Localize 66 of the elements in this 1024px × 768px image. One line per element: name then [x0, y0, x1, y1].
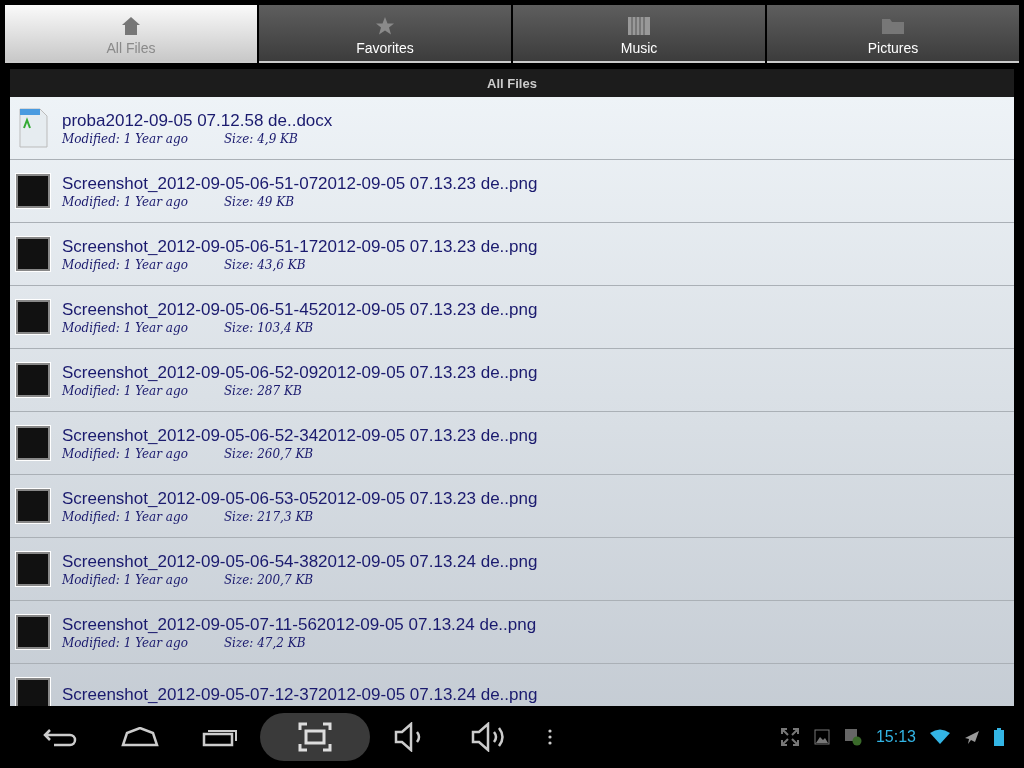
image-thumbnail — [16, 237, 50, 271]
menu-icon — [548, 729, 552, 745]
modified-text: Modified: 1 Year ago — [62, 446, 188, 461]
size-text: Size: 49 KB — [223, 194, 295, 209]
file-name: Screenshot_2012-09-05-06-52-342012-09-05 07.13.23 de..png — [62, 425, 538, 446]
size-text: Size: 217,3 KB — [223, 509, 314, 524]
file-row[interactable]: Screenshot_2012-09-05-06-54-382012-09-05 07.13.24 de..png Modified: 1 Year ago Size: 200,7 KB — [10, 538, 1014, 601]
screenshot-button[interactable] — [260, 713, 370, 761]
modified-text: Modified: 1 Year ago — [62, 572, 188, 587]
file-row[interactable]: Screenshot_2012-09-05-06-51-172012-09-05 07.13.23 de..png Modified: 1 Year ago Size: 43,6 KB — [10, 223, 1014, 286]
file-row[interactable]: Screenshot_2012-09-05-06-53-052012-09-05 07.13.23 de..png Modified: 1 Year ago Size: 217,3 KB — [10, 475, 1014, 538]
size-text: Size: 200,7 KB — [223, 572, 314, 587]
list-header: All Files — [10, 69, 1014, 97]
star-icon — [375, 16, 395, 36]
document-icon — [16, 108, 50, 148]
file-row[interactable]: Screenshot_2012-09-05-06-52-342012-09-05 07.13.23 de..png Modified: 1 Year ago Size: 260,7 KB — [10, 412, 1014, 475]
image-thumbnail — [16, 615, 50, 649]
image-icon — [813, 729, 830, 745]
file-name: Screenshot_2012-09-05-06-51-072012-09-05 07.13.23 de..png — [62, 173, 538, 194]
modified-text: Modified: 1 Year ago — [62, 131, 188, 146]
size-text: Size: 43,6 KB — [223, 257, 306, 272]
file-row[interactable]: Screenshot_2012-09-05-06-51-072012-09-05 07.13.23 de..png Modified: 1 Year ago Size: 49 KB — [10, 160, 1014, 223]
file-name: Screenshot_2012-09-05-07-11-562012-09-05 07.13.24 de..png — [62, 614, 537, 635]
file-name: Screenshot_2012-09-05-06-54-382012-09-05 07.13.24 de..png — [62, 551, 538, 572]
file-name: Screenshot_2012-09-05-07-12-372012-09-05 07.13.24 de..png — [62, 685, 538, 705]
piano-keys-icon — [627, 16, 651, 36]
home-icon — [121, 16, 141, 36]
tab[interactable]: Favorites — [259, 5, 511, 63]
fullscreen-icon[interactable] — [779, 727, 800, 747]
file-name: Screenshot_2012-09-05-06-51-172012-09-05 07.13.23 de..png — [62, 236, 538, 257]
size-text: Size: 287 KB — [223, 383, 302, 398]
size-text: Size: 260,7 KB — [223, 446, 314, 461]
file-name: proba2012-09-05 07.12.58 de..docx — [62, 110, 333, 131]
battery-icon — [994, 728, 1004, 746]
image-thumbnail — [16, 552, 50, 586]
back-arrow-icon — [42, 727, 78, 747]
image-thumbnail — [16, 363, 50, 397]
size-text: Size: 103,4 KB — [223, 320, 314, 335]
file-row[interactable]: Screenshot_2012-09-05-06-52-092012-09-05 07.13.23 de..png Modified: 1 Year ago Size: 287 KB — [10, 349, 1014, 412]
tab[interactable]: Pictures — [767, 5, 1019, 63]
image-thumbnail — [16, 426, 50, 460]
file-row[interactable]: Screenshot_2012-09-05-07-11-562012-09-05 07.13.24 de..png Modified: 1 Year ago Size: 47,2 KB — [10, 601, 1014, 664]
file-row[interactable]: Screenshot_2012-09-05-06-51-452012-09-05 07.13.23 de..png Modified: 1 Year ago Size: 103,4 KB — [10, 286, 1014, 349]
image-thumbnail — [16, 300, 50, 334]
modified-text: Modified: 1 Year ago — [62, 509, 188, 524]
image-thumbnail — [16, 174, 50, 208]
folder-icon — [881, 16, 905, 36]
wifi-icon — [930, 729, 950, 745]
size-text: Size: 4,9 KB — [223, 131, 298, 146]
modified-text: Modified: 1 Year ago — [62, 320, 188, 335]
file-name: Screenshot_2012-09-05-06-52-092012-09-05 07.13.23 de..png — [62, 362, 538, 383]
tab[interactable]: Music — [513, 5, 765, 63]
modified-text: Modified: 1 Year ago — [62, 194, 188, 209]
image-thumbnail — [16, 678, 50, 706]
screenshot-icon — [298, 722, 332, 752]
clock-time: 15:13 — [875, 728, 916, 746]
recent-apps-icon — [202, 727, 238, 747]
file-name: Screenshot_2012-09-05-06-51-452012-09-05 07.13.23 de..png — [62, 299, 538, 320]
modified-text: Modified: 1 Year ago — [62, 635, 188, 650]
modified-text: Modified: 1 Year ago — [62, 257, 188, 272]
size-text: Size: 47,2 KB — [223, 635, 306, 650]
file-row[interactable]: proba2012-09-05 07.12.58 de..docx Modified: 1 Year ago Size: 4,9 KB — [10, 97, 1014, 160]
image-thumbnail — [16, 489, 50, 523]
home-icon — [121, 727, 159, 747]
modified-text: Modified: 1 Year ago — [62, 383, 188, 398]
file-name: Screenshot_2012-09-05-06-53-052012-09-05 07.13.23 de..png — [62, 488, 538, 509]
